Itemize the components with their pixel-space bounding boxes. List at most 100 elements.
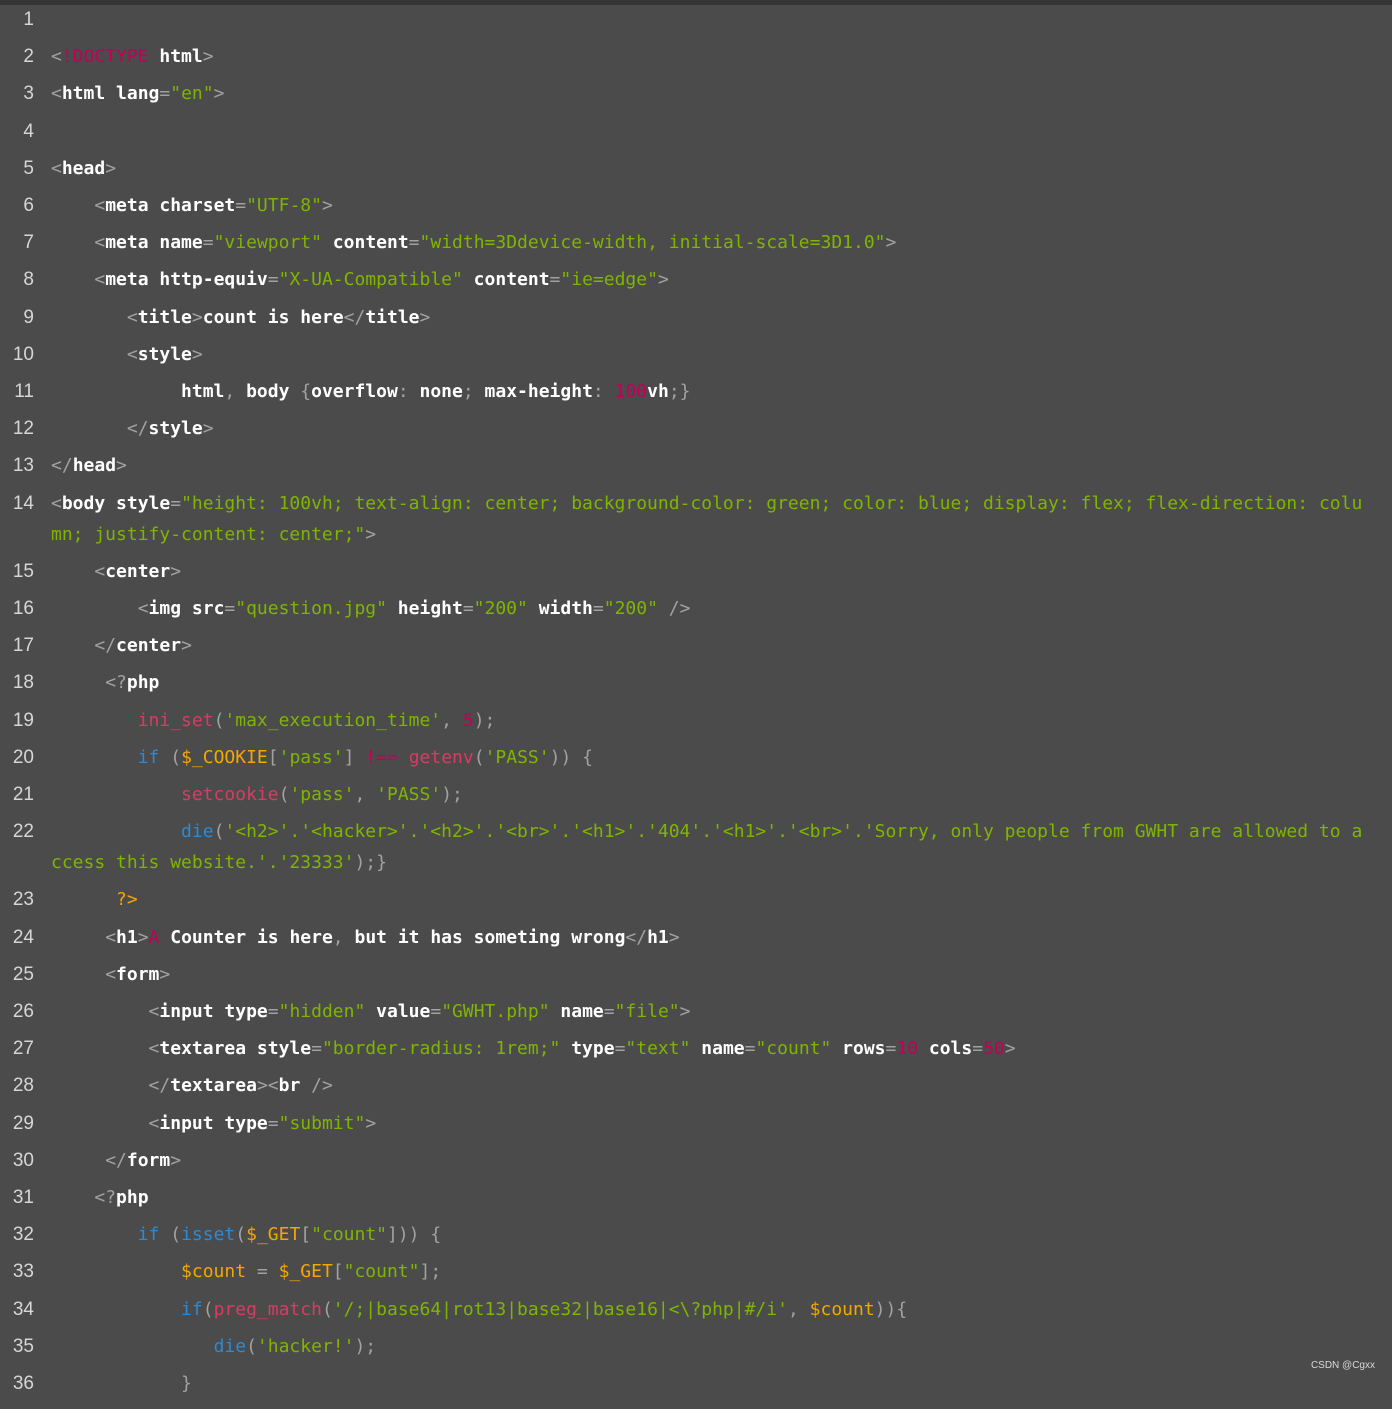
code-token: >	[170, 561, 181, 582]
code-line[interactable]: 16 <img src="question.jpg" height="200" …	[0, 597, 1392, 634]
code-token: rows	[831, 1038, 885, 1059]
line-number: 14	[0, 492, 34, 516]
code-token: )) {	[550, 747, 593, 768]
code-line[interactable]: 32 if (isset($_GET["count"])) {	[0, 1223, 1392, 1260]
code-line[interactable]: 10 <style>	[0, 343, 1392, 380]
code-token: "submit"	[279, 1113, 366, 1134]
code-line[interactable]: 34 if(preg_match('/;|base64|rot13|base32…	[0, 1298, 1392, 1335]
code-token: <	[94, 269, 105, 290]
code-text: $count = $_GET["count"];	[51, 1256, 1368, 1287]
code-token: "text"	[625, 1038, 690, 1059]
code-line[interactable]: 33 $count = $_GET["count"];	[0, 1260, 1392, 1297]
line-number: 19	[0, 709, 34, 733]
code-token: =	[886, 1038, 897, 1059]
code-line[interactable]: 30 </form>	[0, 1149, 1392, 1186]
code-line[interactable]: 22 die('<h2>'.'<hacker>'.'<h2>'.'<br>'.'…	[0, 820, 1392, 857]
code-line[interactable]: 20 if ($_COOKIE['pass'] !== getenv('PASS…	[0, 746, 1392, 783]
code-line[interactable]: 9 <title>count is here</title>	[0, 306, 1392, 343]
code-token: {	[300, 381, 311, 402]
line-number: 11	[0, 380, 34, 404]
code-token: $count	[181, 1261, 246, 1282]
code-line[interactable]: 12 </style>	[0, 417, 1392, 454]
indent	[51, 964, 105, 985]
code-line[interactable]: 2<!DOCTYPE html>	[0, 45, 1392, 82]
code-token: >	[203, 46, 214, 67]
code-token: (	[322, 1299, 333, 1320]
code-token: "200"	[604, 598, 658, 619]
code-token: "X-UA-Compatible"	[279, 269, 463, 290]
code-token: 100	[615, 381, 648, 402]
code-token: <?	[105, 672, 127, 693]
indent	[51, 821, 181, 842]
code-token: (	[214, 710, 225, 731]
code-token: "file"	[615, 1001, 680, 1022]
code-token: A	[149, 927, 160, 948]
code-line[interactable]: 29 <input type="submit">	[0, 1112, 1392, 1149]
code-token: center	[116, 635, 181, 656]
code-token: 10	[896, 1038, 918, 1059]
code-line[interactable]: 15 <center>	[0, 560, 1392, 597]
code-line[interactable]: 25 <form>	[0, 963, 1392, 1000]
code-token: <	[94, 561, 105, 582]
line-number: 6	[0, 194, 34, 218]
code-token	[604, 381, 615, 402]
line-number: 24	[0, 926, 34, 950]
code-line[interactable]: 24 <h1>A Counter is here, but it has som…	[0, 926, 1392, 963]
code-token: ];	[419, 1261, 441, 1282]
code-token: />	[658, 598, 691, 619]
code-line[interactable]: 31 <?php	[0, 1186, 1392, 1223]
code-line[interactable]: 18 <?php	[0, 671, 1392, 708]
code-line[interactable]: 21 setcookie('pass', 'PASS');	[0, 783, 1392, 820]
line-number: 32	[0, 1223, 34, 1247]
code-token: "en"	[170, 83, 213, 104]
code-token: head	[73, 455, 116, 476]
code-line[interactable]: 28 </textarea><br />	[0, 1074, 1392, 1111]
code-line[interactable]: 23 ?>	[0, 888, 1392, 925]
code-text: if(preg_match('/;|base64|rot13|base32|ba…	[51, 1294, 1368, 1325]
code-line[interactable]: 1	[0, 8, 1392, 45]
code-line[interactable]: 19 ini_set('max_execution_time', 5);	[0, 709, 1392, 746]
code-token: !==	[365, 747, 398, 768]
code-token: form	[127, 1150, 170, 1171]
code-token: <	[51, 493, 62, 514]
code-token: <	[138, 598, 149, 619]
code-line[interactable]: 11 html, body {overflow: none; max-heigh…	[0, 380, 1392, 417]
code-token: setcookie	[181, 784, 279, 805]
code-line[interactable]: 6 <meta charset="UTF-8">	[0, 194, 1392, 231]
code-line[interactable]: 7 <meta name="viewport" content="width=3…	[0, 231, 1392, 268]
indent	[51, 232, 94, 253]
code-editor[interactable]: 12<!DOCTYPE html>3<html lang="en">45<hea…	[0, 5, 1392, 1381]
code-line[interactable]: 17 </center>	[0, 634, 1392, 671]
indent	[51, 635, 94, 656]
code-token: <	[105, 927, 116, 948]
code-token: but it has someting wrong	[344, 927, 626, 948]
code-line[interactable]: 8 <meta http-equiv="X-UA-Compatible" con…	[0, 268, 1392, 305]
code-line[interactable]: 36 }	[0, 1372, 1392, 1409]
code-token: >	[680, 1001, 691, 1022]
line-number: 20	[0, 746, 34, 770]
line-number: 17	[0, 634, 34, 658]
code-line[interactable]: 14<body style="height: 100vh; text-align…	[0, 492, 1392, 529]
line-number: 29	[0, 1112, 34, 1136]
code-token: >	[365, 1113, 376, 1134]
line-number: 27	[0, 1037, 34, 1061]
code-line[interactable]: 27 <textarea style="border-radius: 1rem;…	[0, 1037, 1392, 1074]
line-number: 35	[0, 1335, 34, 1359]
indent	[51, 344, 127, 365]
line-number: 25	[0, 963, 34, 987]
code-token: >	[116, 455, 127, 476]
code-line[interactable]: 4	[0, 120, 1392, 157]
indent	[51, 1113, 149, 1134]
code-token: ><	[257, 1075, 279, 1096]
indent	[51, 889, 116, 910]
code-line[interactable]: 13</head>	[0, 454, 1392, 491]
code-line[interactable]: 35 die('hacker!');	[0, 1335, 1392, 1372]
line-number: 15	[0, 560, 34, 584]
code-line[interactable]: 26 <input type="hidden" value="GWHT.php"…	[0, 1000, 1392, 1037]
code-token: =	[268, 1001, 279, 1022]
code-token: {	[896, 1299, 907, 1320]
code-token: <	[105, 964, 116, 985]
code-line[interactable]: 5<head>	[0, 157, 1392, 194]
code-line[interactable]: 3<html lang="en">	[0, 82, 1392, 119]
code-token: 5	[463, 710, 474, 731]
